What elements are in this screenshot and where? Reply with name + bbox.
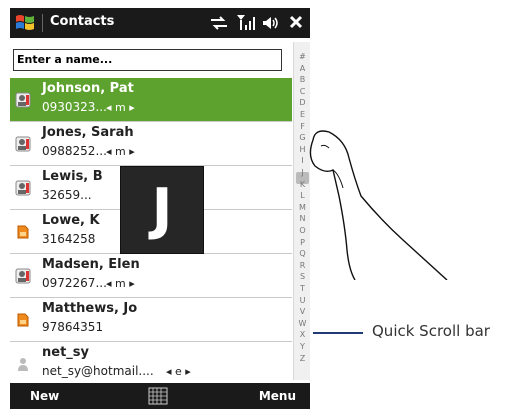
- device-screen: Contacts Enter a name... Johnson, Pat 09…: [10, 8, 310, 409]
- contact-detail: 0972267...: [42, 276, 107, 290]
- contact-name: Matthews, Jo: [42, 301, 138, 316]
- window-title: Contacts: [50, 14, 115, 29]
- signal-strength-icon[interactable]: [236, 13, 256, 31]
- volume-icon[interactable]: [262, 15, 280, 31]
- quick-scroll-letter[interactable]: T: [294, 284, 310, 294]
- contact-detail: 32659...: [42, 188, 92, 202]
- new-button[interactable]: New: [30, 389, 59, 403]
- quick-scroll-letter[interactable]: Z: [294, 354, 310, 364]
- quick-scroll-letter[interactable]: Y: [294, 342, 310, 352]
- quick-scroll-letter[interactable]: X: [294, 330, 310, 340]
- contact-detail: net_sy@hotmail....: [42, 364, 154, 378]
- contact-row[interactable]: Jones, Sarah 0988252... ◂ m ▸: [10, 122, 292, 166]
- contact-method-switcher[interactable]: ◂ m ▸: [106, 277, 135, 290]
- contact-method-switcher[interactable]: ◂ m ▸: [106, 101, 135, 114]
- quick-scroll-letter[interactable]: V: [294, 307, 310, 317]
- person-icon: [18, 358, 28, 371]
- contact-name: Jones, Sarah: [42, 125, 134, 140]
- menu-button[interactable]: Menu: [259, 389, 296, 403]
- keyboard-icon[interactable]: [148, 387, 168, 405]
- current-letter-popup: J: [120, 166, 204, 254]
- search-input[interactable]: Enter a name...: [13, 49, 282, 71]
- contact-detail: 0930323...: [42, 100, 107, 114]
- quick-scroll-letter[interactable]: U: [294, 296, 310, 306]
- sim-card-icon: [17, 313, 29, 327]
- title-separator: [42, 14, 43, 32]
- quick-scroll-letter[interactable]: B: [294, 75, 310, 85]
- contact-detail: 0988252...: [42, 144, 107, 158]
- contact-card-icon: [15, 268, 31, 284]
- contact-row[interactable]: Matthews, Jo 97864351: [10, 298, 292, 342]
- contact-name: Lowe, K: [42, 213, 100, 228]
- quick-scroll-letter[interactable]: C: [294, 87, 310, 97]
- pointing-hand-illustration: [309, 130, 448, 280]
- close-icon[interactable]: [288, 14, 304, 30]
- contact-detail: 97864351: [42, 320, 104, 334]
- callout-label: Quick Scroll bar: [372, 322, 490, 340]
- contact-name: Madsen, Elen: [42, 257, 140, 272]
- contact-card-icon: [15, 136, 31, 152]
- contact-method-switcher[interactable]: ◂ e ▸: [166, 365, 191, 378]
- callout-line: [313, 332, 363, 334]
- contact-row[interactable]: Johnson, Pat 0930323... ◂ m ▸: [10, 78, 292, 122]
- contact-name: net_sy: [42, 345, 89, 360]
- contact-card-icon: [15, 180, 31, 196]
- windows-start-icon[interactable]: [14, 12, 36, 34]
- contact-row[interactable]: net_sy net_sy@hotmail.... ◂ e ▸: [10, 342, 292, 386]
- contact-detail: 3164258: [42, 232, 96, 246]
- contact-row[interactable]: Madsen, Elen 0972267... ◂ m ▸: [10, 254, 292, 298]
- contact-name: Lewis, B: [42, 169, 103, 184]
- sim-card-icon: [17, 225, 29, 239]
- menu-bar: New Menu: [10, 383, 310, 409]
- contact-card-icon: [15, 92, 31, 108]
- quick-scroll-letter[interactable]: #: [294, 52, 310, 62]
- contact-method-switcher[interactable]: ◂ m ▸: [106, 145, 135, 158]
- quick-scroll-letter[interactable]: A: [294, 64, 310, 74]
- title-bar: Contacts: [10, 8, 310, 38]
- contact-name: Johnson, Pat: [42, 81, 134, 96]
- quick-scroll-letter[interactable]: W: [294, 319, 310, 329]
- connection-sync-icon[interactable]: [210, 16, 228, 30]
